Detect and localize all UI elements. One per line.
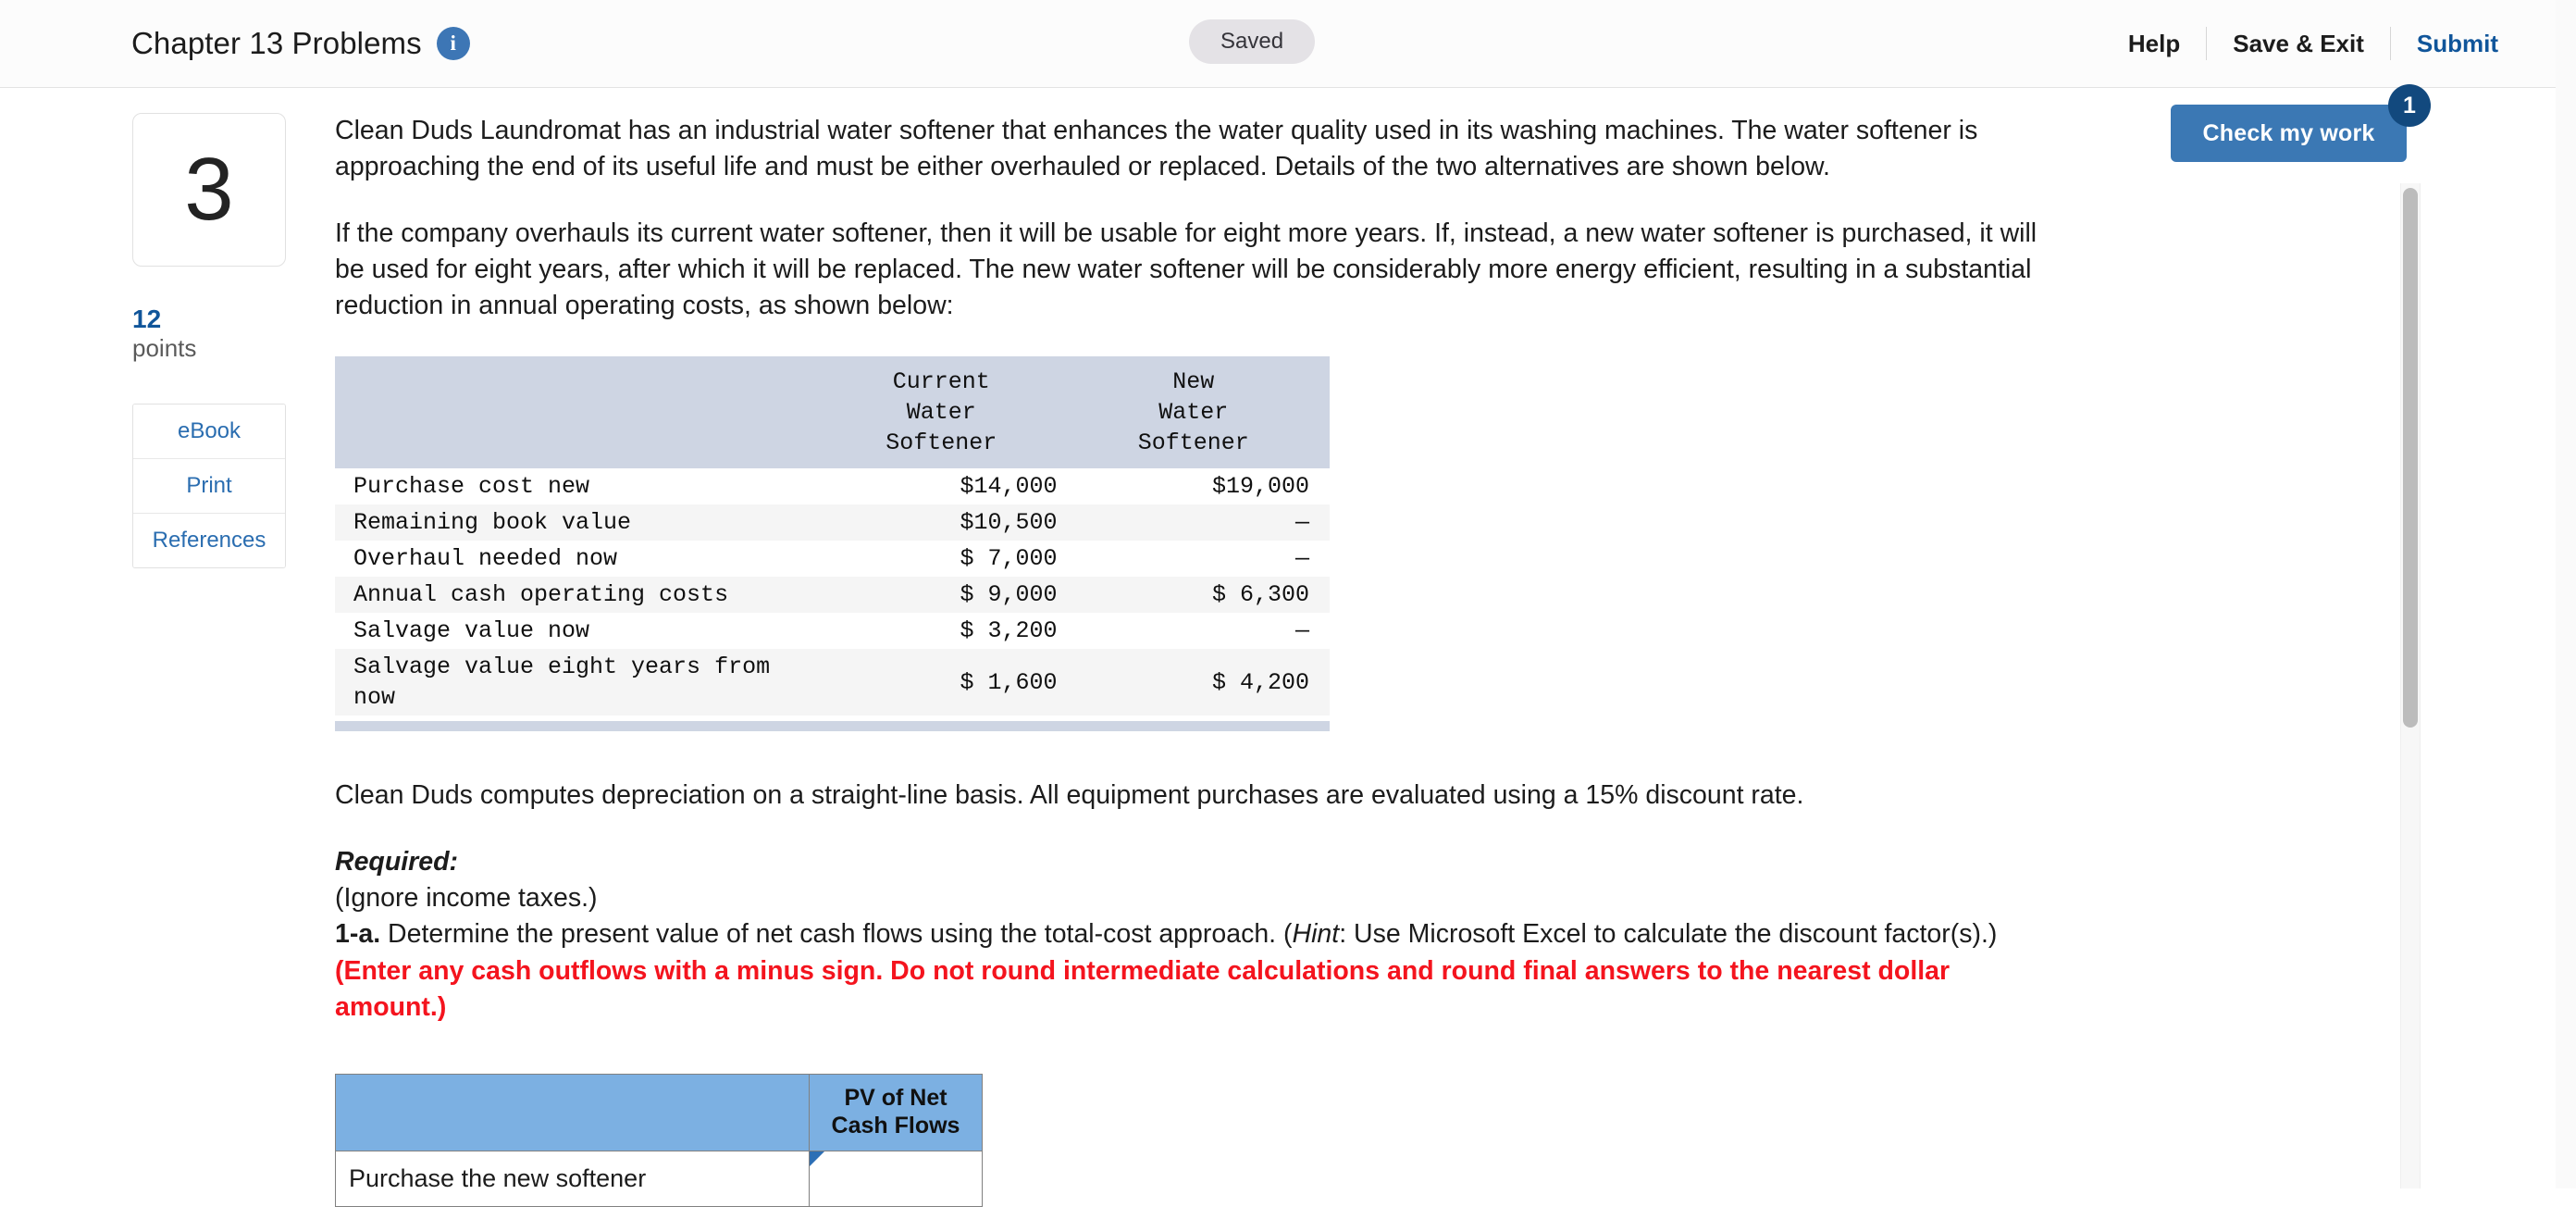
top-bar: Chapter 13 Problems i Saved Help Save & … <box>0 0 2576 88</box>
points-label: points <box>132 334 197 363</box>
new-water-softener-value: $ 4,200 <box>1211 668 1309 696</box>
question-content: Clean Duds Laundromat has an industrial … <box>335 113 2371 1207</box>
alternatives-data-table: Current Water Softener New Water Softene… <box>335 355 1330 716</box>
table-header-current: Current Water Softener <box>825 355 1078 469</box>
save-and-exit-button[interactable]: Save & Exit <box>2207 24 2390 63</box>
help-button[interactable]: Help <box>2102 24 2206 63</box>
answer-input-cell[interactable] <box>809 1151 983 1207</box>
current-water-softener-value: $14,000 <box>960 473 1058 501</box>
hint-word: Hint <box>1292 919 1340 950</box>
ebook-link[interactable]: eBook <box>133 404 285 460</box>
row-label: Salvage value now <box>353 617 590 645</box>
pv-net-cash-flows-input[interactable] <box>810 1151 982 1206</box>
table-row: Annual cash operating costs $ 9,000 $ 6,30… <box>335 577 1330 614</box>
answer-input-table: PV of Net Cash Flows Purchase the new so… <box>335 1074 983 1207</box>
points-value: 12 <box>132 305 162 333</box>
page-title-group: Chapter 13 Problems i <box>131 26 470 61</box>
answer-blank-header <box>335 1074 810 1152</box>
row-label: Remaining book value <box>353 509 632 537</box>
requirement-1a: 1-a. Determine the present value of net … <box>335 916 2065 1026</box>
table-row: Salvage value eight years from now $ 1,60… <box>335 649 1330 716</box>
new-water-softener-value: — <box>1294 509 1309 537</box>
problem-paragraph-2: If the company overhauls its current wat… <box>335 218 2037 321</box>
row-label: Purchase cost new <box>353 473 590 501</box>
new-water-softener-value: $ 6,300 <box>1211 581 1309 609</box>
requirement-text-part1: Determine the present value of net cash … <box>380 919 1293 950</box>
references-link[interactable]: References <box>133 514 285 568</box>
table-row: Remaining book value $10,500 — <box>335 504 1330 541</box>
topbar-actions: Help Save & Exit Submit <box>2102 24 2524 63</box>
answer-row-label: Purchase the new softener <box>335 1151 810 1207</box>
info-icon[interactable]: i <box>436 27 470 60</box>
answer-column-header: PV of Net Cash Flows <box>809 1074 983 1152</box>
problem-paragraph-1: Clean Duds Laundromat has an industrial … <box>335 116 1978 182</box>
page-scrollbar-track[interactable] <box>2556 0 2576 1188</box>
new-water-softener-value: $19,000 <box>1211 473 1309 501</box>
row-label: Annual cash operating costs <box>353 581 729 609</box>
table-footer-bar <box>335 721 1330 732</box>
new-water-softener-value: — <box>1294 545 1309 573</box>
table-row: Salvage value now $ 3,200 — <box>335 613 1330 650</box>
ignore-taxes-note: (Ignore income taxes.) <box>335 883 598 914</box>
required-heading: Required: <box>335 846 459 877</box>
current-water-softener-value: $ 7,000 <box>960 545 1058 573</box>
row-label: Salvage value eight years from now <box>353 653 771 712</box>
rail-links: eBook Print References <box>132 404 286 569</box>
answer-table-header-row: PV of Net Cash Flows <box>335 1074 983 1152</box>
page-title: Chapter 13 Problems <box>131 26 422 60</box>
row-label: Overhaul needed now <box>353 545 618 573</box>
content-scrollbar-thumb[interactable] <box>2403 188 2418 728</box>
new-water-softener-value: — <box>1294 617 1309 645</box>
current-water-softener-value: $ 9,000 <box>960 581 1058 609</box>
check-my-work-badge: 1 <box>2388 84 2431 127</box>
print-link[interactable]: Print <box>133 459 285 515</box>
question-rail: 3 12 points eBook Print References <box>132 113 286 569</box>
current-water-softener-value: $ 3,200 <box>960 617 1058 645</box>
current-water-softener-value: $10,500 <box>960 509 1058 537</box>
submit-button[interactable]: Submit <box>2391 24 2524 63</box>
table-row: Purchase the new softener <box>335 1151 983 1207</box>
question-number-card: 3 <box>132 113 286 267</box>
problem-paragraph-3: Clean Duds computes depreciation on a st… <box>335 780 1804 811</box>
table-blank-header <box>335 355 825 469</box>
table-header-new: New Water Softener <box>1077 355 1330 469</box>
red-instruction-note: (Enter any cash outflows with a minus si… <box>335 955 1951 1023</box>
status-badge: Saved <box>1189 19 1316 64</box>
current-water-softener-value: $ 1,600 <box>960 668 1058 696</box>
table-row: Overhaul needed now $ 7,000 — <box>335 541 1330 578</box>
question-number: 3 <box>184 140 234 239</box>
requirement-number: 1-a. <box>335 919 381 950</box>
table-header-row: Current Water Softener New Water Softene… <box>335 355 1330 469</box>
table-row: Purchase cost new $14,000 $19,000 <box>335 468 1330 505</box>
requirement-text-part2: : Use Microsoft Excel to calculate the d… <box>1339 919 1998 950</box>
